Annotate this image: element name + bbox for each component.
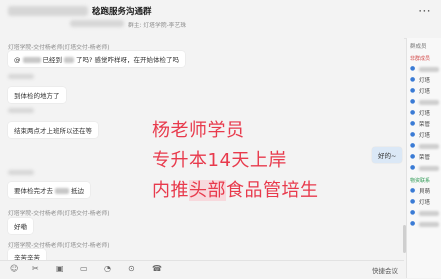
redacted-text [64,57,74,63]
self-message-bubble[interactable]: 好的~ [372,147,403,163]
member-avatar-icon: ● [410,198,416,205]
folder-icon[interactable]: ▭ [80,264,88,273]
overlay-highlight: 头部 [189,180,226,201]
sender-redacted [8,108,34,113]
member-name-redacted [419,211,439,216]
overlay-text: 食品管培生 [226,180,319,201]
member-item[interactable]: ● [410,142,441,151]
member-section-label: 物资联系 [410,178,431,184]
member-avatar-icon: ● [410,65,416,72]
member-sidebar: 群成员 非群成员 ● ● 灯塔 ● 灯塔 ● ● 灯塔 ● 荣管 ● 灯塔 ● ● 荣管 ●… [406,38,441,278]
message-text: 已经到 [42,56,63,64]
image-icon[interactable]: ▣ [56,264,64,273]
group-subtitle: 群主: 灯塔学院-李艺珠 [128,23,187,29]
member-item[interactable]: ● [410,220,441,229]
message-bubble[interactable]: 要体检完才去 抵边 [8,182,90,198]
redacted-name [22,57,41,63]
member-name-redacted [419,166,439,171]
quick-meeting-button[interactable]: 快捷会议 [372,265,398,275]
chat-history-icon[interactable]: ◔ [104,264,111,273]
message-sender[interactable]: 灯塔学院-交付杨老师(灯塔交付-杨老师) [8,240,109,249]
member-avatar-icon: ● [410,153,416,160]
member-name: 灯塔 [419,133,431,139]
overlay-line-3: 内推头部食品管培生 [152,176,319,202]
member-avatar-icon: ● [410,120,416,127]
sender-redacted [8,170,34,175]
member-name-redacted [419,222,439,227]
message-text: 要体检完才去 [14,187,53,195]
member-name: 灯塔 [419,78,431,84]
member-item[interactable]: ● 灯塔 [410,198,441,207]
emoji-icon[interactable]: ☺ [10,264,18,273]
more-options-icon[interactable]: ⋯ [418,4,431,19]
member-avatar-icon: ● [410,187,416,194]
group-name-redacted [8,6,88,16]
member-name: 灯塔 [419,111,431,117]
voice-icon[interactable]: ⊙ [128,264,135,273]
member-avatar-icon: ● [410,142,416,149]
message-sender[interactable]: 灯塔学院-交付杨老师(灯塔交付-杨老师) [8,208,109,217]
member-name-redacted [419,67,439,72]
member-avatar-icon: ● [410,220,416,227]
member-item[interactable]: ● [410,65,441,74]
group-name[interactable]: 稔跑服务沟通群 [92,5,152,17]
member-avatar-icon: ● [410,209,416,216]
mention-text: @ [14,56,21,64]
member-item[interactable]: ● 荣管 [410,153,441,162]
member-section-label: 非群成员 [410,56,431,62]
member-item[interactable]: ● 灯塔 [410,87,441,96]
member-avatar-icon: ● [410,164,416,171]
member-avatar-icon: ● [410,87,416,94]
member-list-title: 群成员 [410,44,427,50]
member-item[interactable]: ● 灯塔 [410,109,441,118]
sender-redacted [8,74,34,79]
message-text: 了吗? 感觉咋样呀，在开始体检了吗 [76,56,180,64]
member-name: 灯塔 [419,200,431,206]
member-avatar-icon: ● [410,109,416,116]
member-item[interactable]: ● 貝萌 [410,187,441,196]
member-name-redacted [419,144,439,149]
member-item[interactable]: ● [410,209,441,218]
member-item[interactable]: ● [410,164,441,173]
message-bubble[interactable]: 结束两点才上班所以还在等 [8,122,98,138]
member-avatar-icon: ● [410,76,416,83]
member-name: 荣管 [419,122,431,128]
message-bubble[interactable]: 到体检的地方了 [8,87,66,103]
message-bubble[interactable]: 好嘞 [8,218,33,234]
message-sender[interactable]: 灯塔学院-交付杨老师(灯塔交付-杨老师) [8,42,109,51]
title-bar: 稔跑服务沟通群 群主: 灯塔学院-李艺珠 ⋯ [0,0,441,39]
member-name: 灯塔 [419,89,431,95]
member-name: 荣管 [419,155,431,161]
member-name: 貝萌 [419,189,431,195]
message-text: 抵边 [71,187,84,195]
member-item[interactable]: ● [410,98,441,107]
call-icon[interactable]: ☎ [152,264,162,273]
overlay-line-2: 专升本14天上岸 [152,150,287,171]
member-item[interactable]: ● 灯塔 [410,131,441,140]
overlay-text: 内推 [152,180,189,201]
member-item[interactable]: ● 荣管 [410,120,441,129]
redacted-text [55,188,69,194]
group-info-redacted [70,20,124,27]
member-avatar-icon: ● [410,98,416,105]
input-toolbar: ☺ ✂ ▣ ▭ ◔ ⊙ ☎ 快捷会议 [0,260,404,279]
message-bubble[interactable]: @ 已经到 了吗? 感觉咋样呀，在开始体检了吗 [8,51,186,67]
member-name-redacted [419,100,439,105]
member-avatar-icon: ● [410,131,416,138]
member-item[interactable]: ● 灯塔 [410,76,441,85]
screenshot-scissors-icon[interactable]: ✂ [32,264,39,273]
overlay-line-1: 杨老师学员 [152,120,245,141]
